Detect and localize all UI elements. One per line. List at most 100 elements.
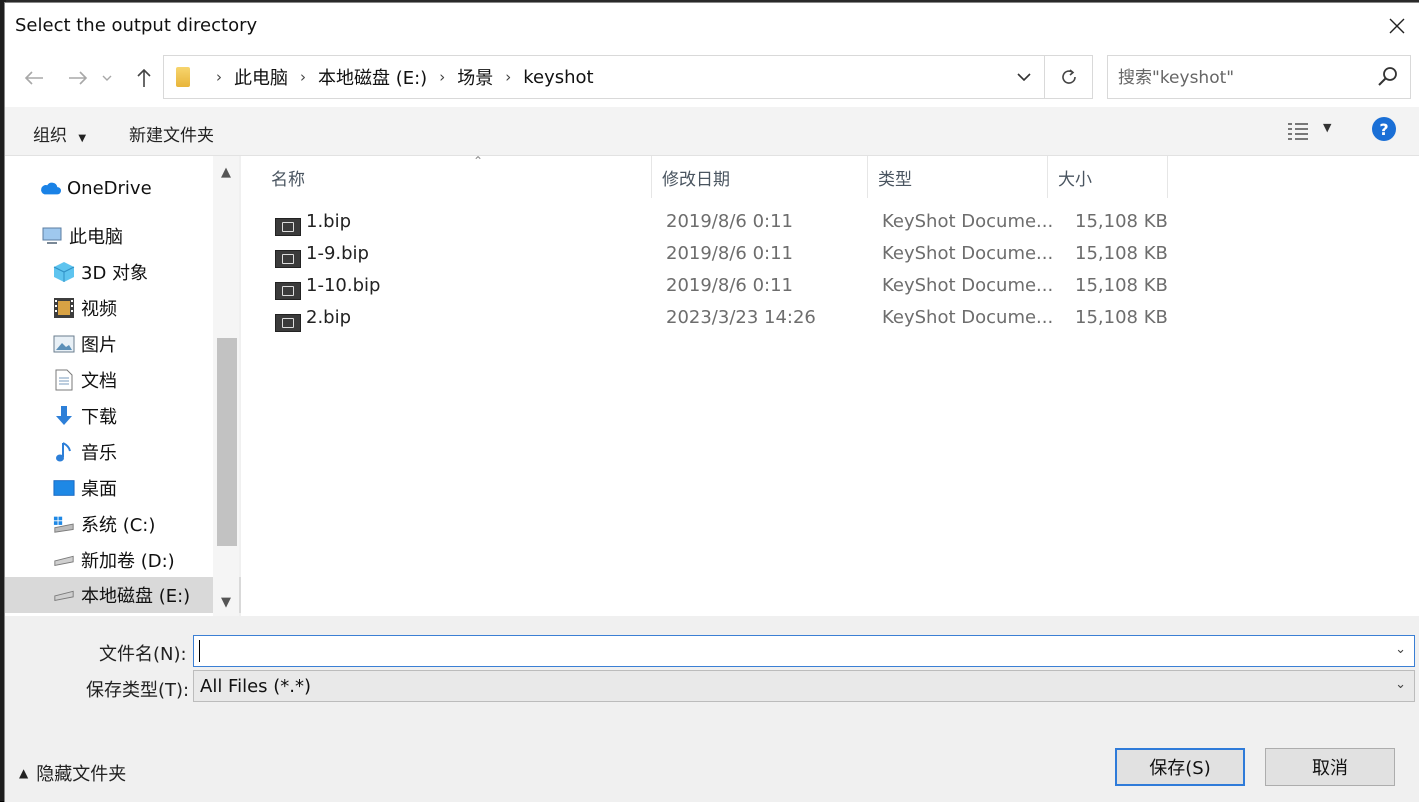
view-details-icon[interactable] — [1287, 121, 1309, 141]
column-header-name[interactable]: 名称 ⌃ — [261, 154, 652, 198]
text-caret — [199, 640, 200, 662]
breadcrumb-this-pc[interactable]: 此电脑 — [234, 64, 288, 90]
chevron-right-icon[interactable]: › — [439, 68, 445, 86]
title-bar: Select the output directory — [5, 3, 1419, 51]
file-name: 1-9.bip — [306, 243, 369, 264]
music-icon — [53, 441, 75, 463]
new-folder-button[interactable]: 新建文件夹 — [129, 121, 214, 146]
sidebar-item-label: 3D 对象 — [81, 263, 149, 284]
cancel-button[interactable]: 取消 — [1265, 748, 1395, 786]
hide-folders-label: 隐藏文件夹 — [36, 764, 127, 785]
file-size: 15,108 KB — [1075, 243, 1168, 264]
sidebar-scrollbar[interactable]: ▲ ▼ — [213, 156, 239, 616]
forward-arrow-icon — [69, 71, 88, 85]
sidebar-item-label: 桌面 — [81, 479, 117, 500]
file-name: 1-10.bip — [306, 275, 381, 296]
table-row[interactable]: 1-9.bip 2019/8/6 0:11 KeyShot Docume... … — [241, 238, 1181, 270]
file-size: 15,108 KB — [1075, 275, 1168, 296]
sidebar-item-label: 文档 — [81, 371, 117, 392]
chevron-down-icon[interactable]: ⌄ — [1395, 642, 1406, 657]
column-name-label: 名称 — [271, 169, 305, 190]
column-header-size[interactable]: 大小 — [1048, 156, 1168, 198]
scroll-up-icon[interactable]: ▲ — [213, 158, 239, 186]
table-row[interactable]: 1-10.bip 2019/8/6 0:11 KeyShot Docume...… — [241, 270, 1181, 302]
help-icon[interactable]: ? — [1372, 117, 1396, 141]
sidebar-item-label: 本地磁盘 (E:) — [81, 586, 191, 607]
filename-field[interactable]: ⌄ — [193, 635, 1415, 667]
file-type: KeyShot Docume... — [882, 243, 1054, 264]
sidebar-item-label: 此电脑 — [69, 227, 123, 248]
organize-menu[interactable]: 组织 ▼ — [33, 121, 86, 146]
breadcrumb-keyshot[interactable]: keyshot — [523, 67, 593, 88]
chevron-right-icon[interactable]: › — [505, 68, 511, 86]
file-size: 15,108 KB — [1075, 211, 1168, 232]
file-name: 2.bip — [306, 307, 352, 328]
chevron-right-icon[interactable]: › — [216, 68, 222, 86]
keyshot-file-icon — [275, 218, 301, 236]
back-button[interactable] — [19, 63, 49, 93]
scrollbar-thumb[interactable] — [217, 338, 237, 546]
address-bar[interactable]: › 此电脑 › 本地磁盘 (E:) › 场景 › keyshot — [163, 55, 1045, 99]
chevron-right-icon[interactable]: › — [300, 68, 306, 86]
file-date: 2019/8/6 0:11 — [666, 275, 793, 296]
picture-icon — [53, 333, 75, 355]
navigation-row: › 此电脑 › 本地磁盘 (E:) › 场景 › keyshot — [5, 51, 1419, 107]
breadcrumb-scene[interactable]: 场景 — [457, 64, 493, 90]
table-row[interactable]: 1.bip 2019/8/6 0:11 KeyShot Docume... 15… — [241, 206, 1181, 238]
close-button[interactable] — [1374, 3, 1419, 49]
column-header-type[interactable]: 类型 — [868, 156, 1048, 198]
caret-down-icon: ▼ — [78, 133, 87, 144]
sidebar-item-label: OneDrive — [67, 177, 152, 199]
bottom-panel: 文件名(N): ⌄ 保存类型(T): All Files (*.*) ⌄ ▲ 隐… — [5, 616, 1419, 802]
column-header-date[interactable]: 修改日期 — [652, 156, 868, 198]
drive-icon — [53, 549, 75, 571]
forward-button[interactable] — [63, 63, 93, 93]
file-type: KeyShot Docume... — [882, 211, 1054, 232]
chevron-down-icon — [102, 75, 112, 81]
breadcrumb-drive-e[interactable]: 本地磁盘 (E:) — [318, 64, 427, 90]
sidebar-item-onedrive[interactable]: OneDrive — [5, 170, 247, 206]
address-dropdown-button[interactable] — [1004, 56, 1044, 98]
back-arrow-icon — [24, 71, 43, 85]
cloud-icon — [39, 177, 61, 199]
chevron-down-icon — [1017, 73, 1031, 81]
file-date: 2019/8/6 0:11 — [666, 243, 793, 264]
sidebar-item-label: 视频 — [81, 299, 117, 320]
document-icon — [53, 369, 75, 391]
view-dropdown-icon[interactable]: ▼ — [1323, 121, 1331, 134]
file-name: 1.bip — [306, 211, 352, 232]
recent-locations-button[interactable] — [99, 63, 115, 93]
system-drive-icon — [53, 513, 75, 535]
up-button[interactable] — [129, 63, 159, 93]
scroll-down-icon[interactable]: ▼ — [213, 588, 239, 616]
sort-ascending-icon: ⌃ — [473, 154, 484, 168]
sidebar-item-label: 下载 — [81, 407, 117, 428]
hide-folders-toggle[interactable]: ▲ 隐藏文件夹 — [19, 760, 126, 786]
search-box[interactable] — [1107, 55, 1411, 99]
breadcrumb: › 此电脑 › 本地磁盘 (E:) › 场景 › keyshot — [176, 56, 594, 98]
chevron-up-icon: ▲ — [19, 766, 29, 780]
computer-icon — [41, 225, 63, 247]
sidebar-item-label: 图片 — [81, 335, 117, 356]
folder-icon — [176, 67, 190, 87]
search-icon[interactable] — [1376, 65, 1400, 89]
save-button[interactable]: 保存(S) — [1115, 748, 1245, 786]
filetype-select[interactable]: All Files (*.*) ⌄ — [193, 670, 1415, 702]
refresh-button[interactable] — [1045, 55, 1093, 99]
filename-label: 文件名(N): — [99, 644, 187, 665]
dialog-title: Select the output directory — [15, 15, 258, 36]
search-input[interactable] — [1116, 64, 1370, 92]
toolbar: 组织 ▼ 新建文件夹 ▼ — [5, 107, 1419, 156]
drive-icon — [53, 584, 75, 606]
sidebar-item-label: 音乐 — [81, 443, 117, 464]
table-row[interactable]: 2.bip 2023/3/23 14:26 KeyShot Docume... … — [241, 302, 1181, 334]
close-icon — [1389, 18, 1405, 34]
video-icon — [53, 297, 75, 319]
file-date: 2019/8/6 0:11 — [666, 211, 793, 232]
keyshot-file-icon — [275, 314, 301, 332]
organize-label: 组织 — [33, 126, 67, 146]
file-size: 15,108 KB — [1075, 307, 1168, 328]
navigation-pane: OneDrive 此电脑 3D 对象 视频 图片 文档 下载 音乐 桌面 系统 … — [5, 156, 261, 616]
chevron-down-icon[interactable]: ⌄ — [1395, 677, 1406, 692]
file-list: 名称 ⌃ 修改日期 类型 大小 1.bip 2019/8/6 0:11 KeyS… — [241, 154, 1419, 616]
